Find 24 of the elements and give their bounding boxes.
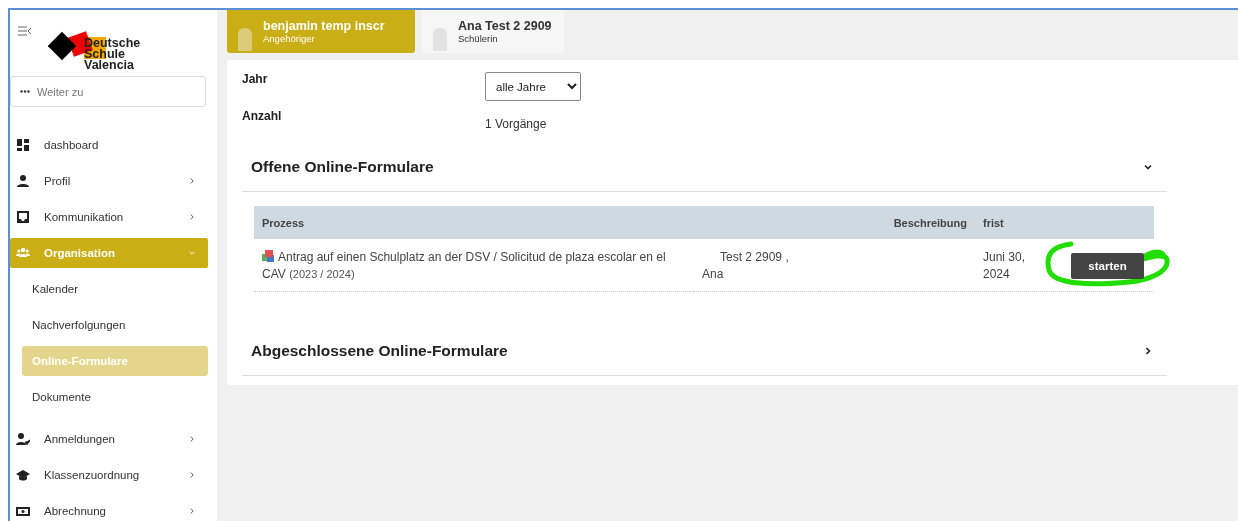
filter-label: Jahr <box>242 72 269 86</box>
table-cell: Test 2 2909 , Ana <box>694 239 819 292</box>
column-header: Beschreibung <box>819 206 975 239</box>
count-text: 1 Vorgänge <box>485 116 548 131</box>
table-cell: Antrag auf einen Schulplatz an der DSV / Solicitud de plaza escolar en el CAV (2023 / 2024) <box>254 239 694 292</box>
menu-item[interactable]: Klassenzuordnung <box>10 460 208 490</box>
start-button[interactable]: starten <box>1071 253 1144 279</box>
submenu-item[interactable]: Dokumente <box>22 382 208 412</box>
column-header: frist <box>975 206 1047 239</box>
section-header[interactable]: Abgeschlossene Online-Formulare <box>242 326 1167 376</box>
submenu-item[interactable]: Nachverfolgungen <box>22 310 208 340</box>
year-select[interactable]: alle Jahre <box>485 72 581 101</box>
search-field[interactable]: Weiter zu <box>10 76 206 107</box>
submenu-item[interactable]: Kalender <box>22 274 208 304</box>
person-tab[interactable]: Ana Test 2 2909 Schülerin <box>422 10 564 53</box>
filter-label: Anzahl <box>242 109 283 123</box>
menu-item[interactable]: Abrechnung <box>10 496 208 521</box>
menu-item[interactable]: dashboard <box>10 130 208 160</box>
menu-item[interactable]: Anmeldungen <box>10 424 208 454</box>
menu-item[interactable]: Kommunikation <box>10 202 208 232</box>
section-header[interactable]: Offene Online-Formulare <box>242 142 1167 192</box>
menu-item[interactable]: Profil <box>10 166 208 196</box>
table-cell: Juni 30, 2024 <box>975 239 1047 292</box>
column-header: Prozess <box>254 206 694 239</box>
